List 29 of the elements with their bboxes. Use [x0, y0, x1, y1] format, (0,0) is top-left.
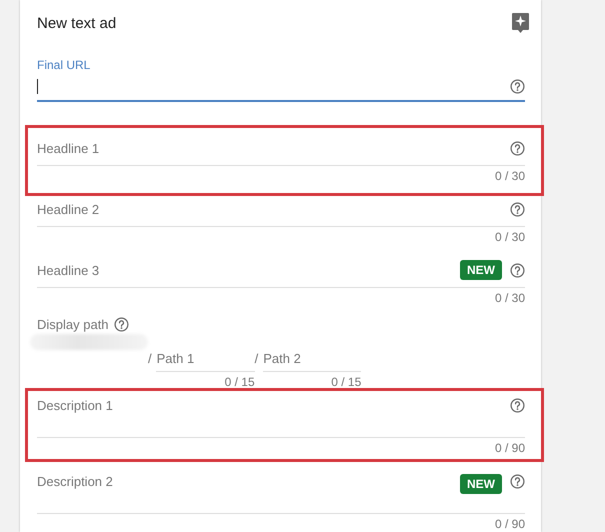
help-icon[interactable] — [510, 474, 525, 489]
character-counter: 0 / 90 — [494, 440, 525, 457]
help-icon[interactable] — [510, 262, 525, 278]
field-label: Headline 2 — [37, 202, 100, 216]
path-input[interactable]: Path 2 — [263, 350, 362, 366]
field-label: Headline 3 — [37, 262, 100, 278]
card-title: New text ad — [37, 14, 118, 32]
character-counter: 0 / 15 — [330, 374, 362, 391]
field-label: Description 2 — [37, 474, 113, 489]
character-counter: 0 / 30 — [494, 229, 525, 246]
field-label: Final URL — [37, 58, 92, 72]
help-icon[interactable] — [510, 398, 525, 413]
path-separator: / — [148, 350, 152, 366]
character-counter: 0 / 90 — [494, 516, 525, 532]
character-counter: 0 / 15 — [224, 374, 255, 391]
field-label: Headline 1 — [37, 140, 100, 156]
field-label: Display path — [37, 316, 109, 332]
help-icon[interactable] — [114, 316, 129, 332]
help-icon[interactable] — [510, 78, 525, 94]
character-counter: 0 / 30 — [494, 290, 525, 307]
path-input[interactable]: Path 1 — [156, 350, 255, 366]
new-badge: NEW — [460, 474, 502, 494]
help-icon[interactable] — [510, 140, 525, 156]
help-icon[interactable] — [510, 202, 525, 216]
sparkle-icon[interactable] — [511, 12, 530, 34]
field-label: Description 1 — [37, 398, 113, 413]
path-separator: / — [254, 350, 258, 366]
character-counter: 0 / 30 — [494, 168, 525, 185]
new-badge: NEW — [460, 260, 502, 280]
